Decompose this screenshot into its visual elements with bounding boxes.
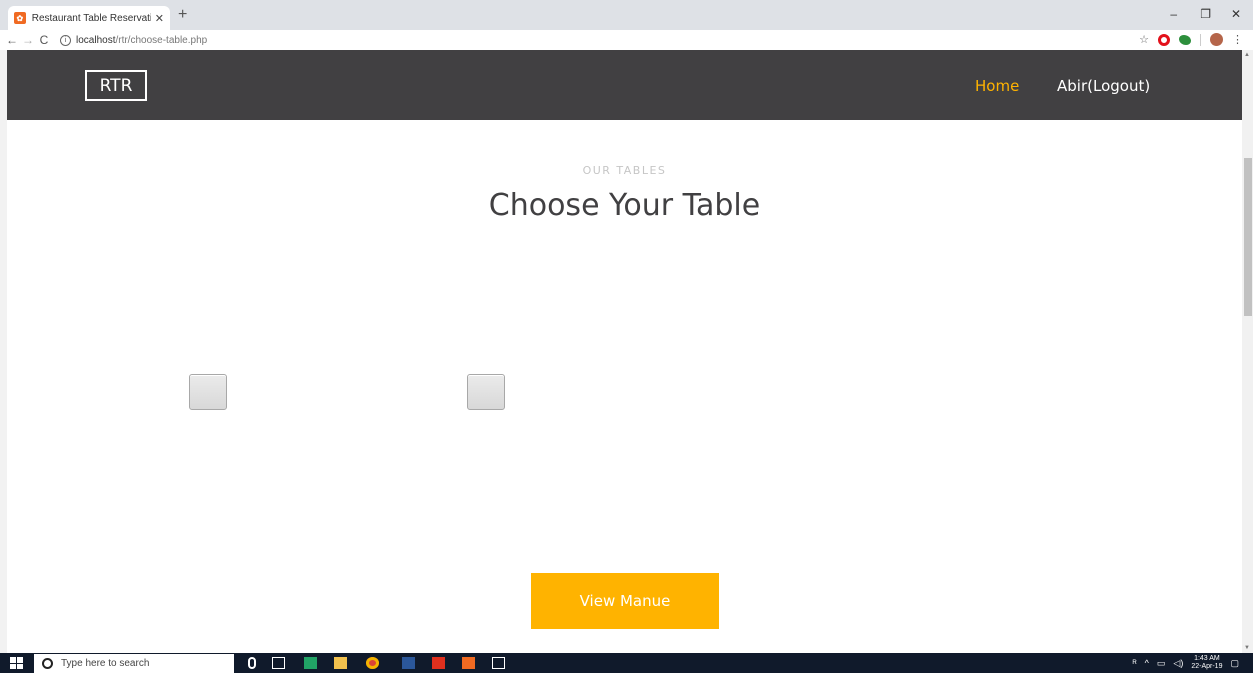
restore-button[interactable]: ❐ (1200, 7, 1211, 21)
brand-logo[interactable]: RTR (85, 70, 147, 101)
url-host: localhost (76, 34, 116, 46)
scroll-thumb[interactable] (1244, 158, 1252, 316)
network-icon[interactable]: ▭ (1157, 658, 1166, 669)
browser-tab[interactable]: ✿ Restaurant Table Reservation Sys ✕ (8, 6, 170, 30)
chrome-icon[interactable] (366, 657, 379, 669)
windows-taskbar: Type here to search ᴿ ^ ▭ ◁) 1:43 AM 22-… (0, 653, 1253, 673)
xampp-favicon-icon: ✿ (14, 12, 26, 24)
taskbar-clock[interactable]: 1:43 AM 22-Apr-19 (1191, 655, 1222, 671)
nav-logout-link[interactable]: Abir(Logout) (1057, 77, 1150, 95)
notification-icon[interactable]: ▢ (1230, 658, 1239, 669)
info-icon[interactable]: i (60, 34, 71, 46)
system-tray: ᴿ ^ ▭ ◁) 1:43 AM 22-Apr-19 ▢ (1133, 655, 1239, 671)
menu-kebab-icon[interactable]: ⋮ (1232, 33, 1243, 46)
acrobat-icon[interactable] (432, 657, 445, 669)
page-viewport: RTR Home Abir(Logout) OUR TABLES Choose … (7, 50, 1242, 653)
person-icon[interactable]: ᴿ (1133, 658, 1137, 668)
windows-start-icon[interactable] (10, 657, 24, 669)
address-bar: ← → C i localhost/rtr/choose-table.php ☆… (0, 30, 1253, 50)
section-subheading: OUR TABLES (582, 164, 667, 177)
left-edge (0, 50, 7, 653)
minimize-button[interactable]: – (1170, 7, 1177, 21)
task-view-icon[interactable] (272, 657, 285, 669)
url-field[interactable]: i localhost/rtr/choose-table.php (60, 34, 208, 46)
divider (1200, 33, 1201, 46)
pycharm-icon[interactable] (304, 657, 317, 669)
nav-home-link[interactable]: Home (975, 77, 1019, 95)
opera-extension-icon[interactable] (1158, 33, 1170, 46)
search-placeholder: Type here to search (61, 658, 150, 669)
scroll-down-icon[interactable]: ▼ (1244, 645, 1250, 651)
table-checkbox-1[interactable] (189, 374, 227, 410)
view-menu-button[interactable]: View Manue (531, 573, 719, 629)
tab-close-icon[interactable]: ✕ (155, 12, 164, 25)
chevron-up-icon[interactable]: ^ (1145, 658, 1149, 668)
back-arrow-icon[interactable]: ← (4, 33, 20, 47)
page-title: Choose Your Table (488, 188, 761, 223)
tab-title: Restaurant Table Reservation Sys (31, 12, 151, 24)
file-explorer-icon[interactable] (334, 657, 347, 669)
browser-tab-bar: ✿ Restaurant Table Reservation Sys ✕ + –… (0, 0, 1253, 30)
microphone-icon[interactable] (248, 657, 256, 669)
clock-date: 22-Apr-19 (1191, 663, 1223, 670)
xampp-icon[interactable] (462, 657, 475, 669)
url-path: /rtr/choose-table.php (115, 34, 208, 46)
reload-icon[interactable]: C (36, 33, 52, 47)
cortana-icon (42, 658, 53, 669)
extension-icon[interactable] (1179, 34, 1191, 45)
window-close-button[interactable]: ✕ (1231, 7, 1241, 21)
clock-time: 1:43 AM (1194, 655, 1220, 662)
site-navbar: RTR Home Abir(Logout) (7, 50, 1242, 120)
page-scrollbar[interactable]: ▲ ▼ (1242, 50, 1253, 653)
photos-icon[interactable] (492, 657, 505, 669)
bookmark-star-icon[interactable]: ☆ (1139, 33, 1149, 46)
new-tab-button[interactable]: + (178, 7, 187, 23)
taskbar-search-input[interactable]: Type here to search (34, 654, 234, 673)
forward-arrow-icon[interactable]: → (20, 33, 36, 47)
extension-icons: ☆ ⋮ (1139, 33, 1243, 46)
scroll-up-icon[interactable]: ▲ (1244, 52, 1250, 58)
volume-icon[interactable]: ◁) (1173, 658, 1183, 669)
word-icon[interactable] (402, 657, 415, 669)
profile-avatar-icon[interactable] (1210, 33, 1223, 46)
table-checkbox-2[interactable] (467, 374, 505, 410)
